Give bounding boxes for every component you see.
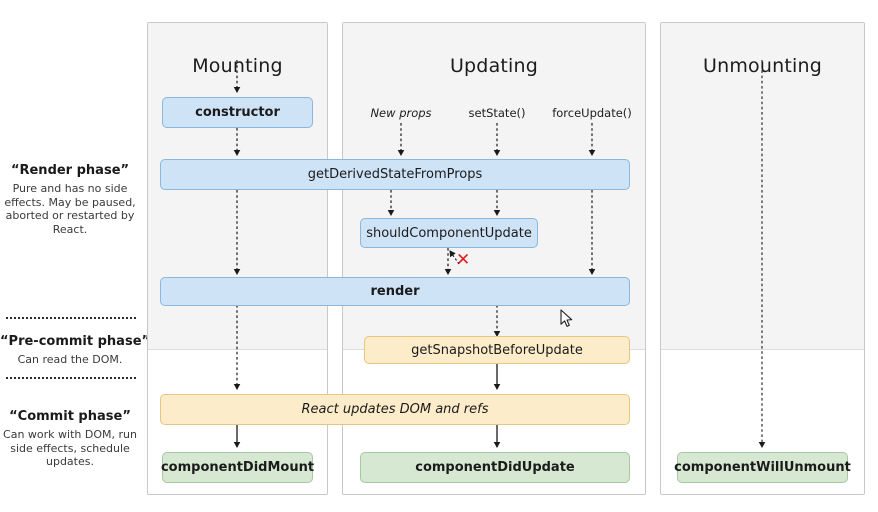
node-should-component-update[interactable]: shouldComponentUpdate — [360, 218, 538, 248]
skip-render-x-icon: ✕ — [456, 250, 471, 270]
phase-title-render: “Render phase” — [10, 163, 130, 178]
phase-divider-top — [6, 317, 136, 319]
phase-description-render: Pure and has no side effects. May be pau… — [4, 182, 136, 236]
column-title-unmounting: Unmounting — [703, 55, 822, 77]
node-component-will-unmount[interactable]: componentWillUnmount — [674, 452, 851, 483]
phase-label-render: “Render phase” Pure and has no side effe… — [0, 162, 140, 236]
phase-divider-bottom — [6, 377, 136, 379]
phase-title-commit: “Commit phase” — [9, 409, 131, 424]
phase-label-commit: “Commit phase” Can work with DOM, run si… — [0, 408, 140, 469]
node-react-updates-dom-and-refs[interactable]: React updates DOM and refs — [160, 394, 630, 425]
node-component-did-update[interactable]: componentDidUpdate — [360, 452, 630, 483]
phase-title-pre-commit: “Pre-commit phase” — [0, 334, 151, 349]
node-get-snapshot-before-update[interactable]: getSnapshotBeforeUpdate — [364, 336, 630, 364]
column-title-updating: Updating — [449, 55, 539, 77]
mouse-cursor-icon — [560, 309, 573, 327]
node-constructor[interactable]: constructor — [162, 97, 313, 128]
node-get-derived-state-from-props[interactable]: getDerivedStateFromProps — [160, 159, 630, 190]
trigger-force-update: forceUpdate() — [552, 106, 632, 120]
node-component-did-mount[interactable]: componentDidMount — [161, 452, 314, 483]
phase-description-pre-commit: Can read the DOM. — [17, 353, 123, 366]
phase-description-commit: Can work with DOM, run side effects, sch… — [3, 428, 137, 468]
phase-label-pre-commit: “Pre-commit phase” Can read the DOM. — [0, 333, 151, 367]
node-render[interactable]: render — [160, 277, 630, 306]
column-unmounting: Unmounting — [660, 22, 865, 495]
column-title-mounting: Mounting — [192, 55, 283, 77]
diagram-canvas: “Render phase” Pure and has no side effe… — [0, 0, 878, 512]
